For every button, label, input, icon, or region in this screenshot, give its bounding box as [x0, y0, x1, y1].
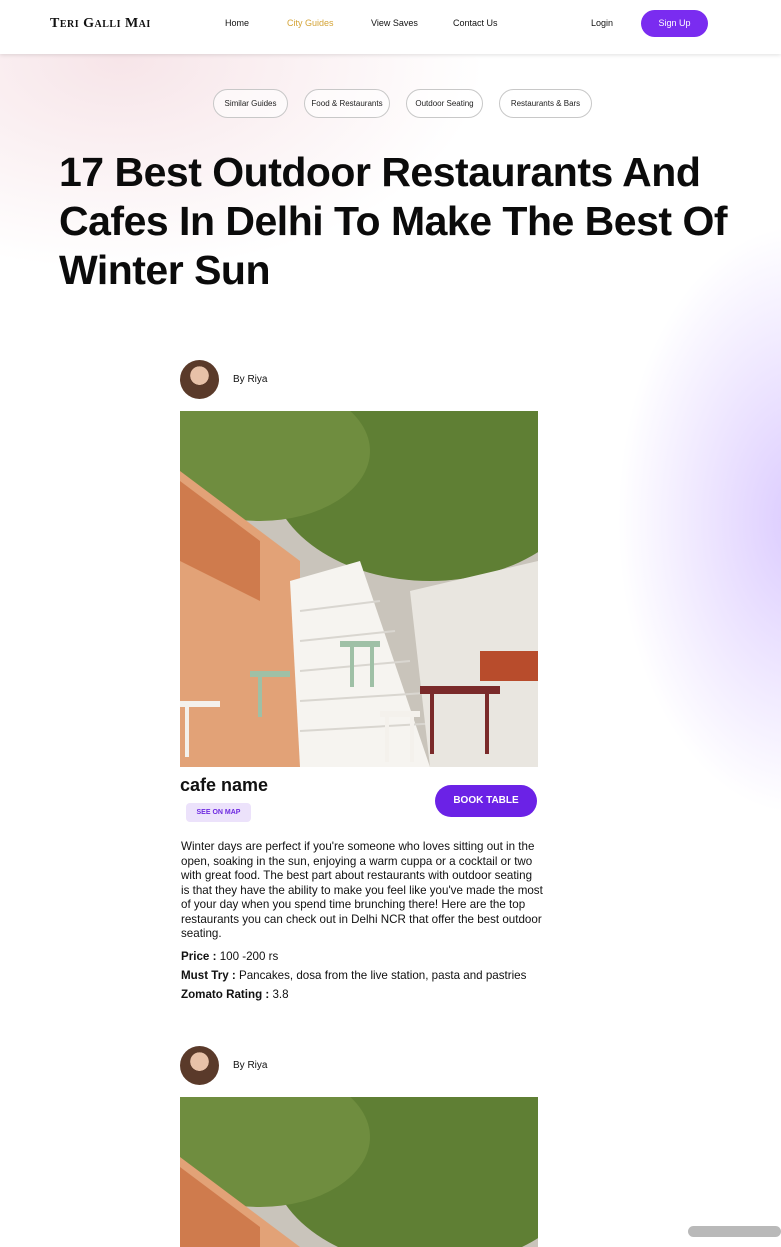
rating-label: Zomato Rating : [181, 988, 270, 1001]
nav-contact-us[interactable]: Contact Us [453, 18, 498, 28]
login-link[interactable]: Login [591, 18, 613, 28]
author-block: By Riya [180, 1046, 380, 1086]
book-table-button[interactable]: BOOK TABLE [435, 785, 537, 817]
site-logo[interactable]: Teri Galli Mai [50, 16, 151, 32]
nav-view-saves[interactable]: View Saves [371, 18, 418, 28]
author-block: By Riya [180, 360, 380, 400]
top-navbar: Teri Galli Mai Home City Guides View Sav… [0, 0, 781, 54]
horizontal-scrollbar[interactable] [688, 1226, 781, 1237]
cafe-photo [180, 1097, 538, 1247]
author-name: By Riya [233, 1060, 268, 1071]
main-content: Similar Guides Food & Restaurants Outdoo… [0, 0, 781, 1247]
cafe-photo [180, 411, 538, 767]
price-row: Price : 100 -200 rs [181, 950, 278, 963]
must-try-row: Must Try : Pancakes, dosa from the live … [181, 969, 526, 982]
price-label: Price : [181, 950, 217, 963]
tag-food-restaurants[interactable]: Food & Restaurants [304, 89, 390, 118]
nav-home[interactable]: Home [225, 18, 249, 28]
price-value: 100 -200 rs [219, 950, 279, 963]
avatar[interactable] [180, 360, 219, 399]
signup-button[interactable]: Sign Up [641, 10, 708, 37]
see-on-map-button[interactable]: SEE ON MAP [186, 803, 251, 822]
must-try-label: Must Try : [181, 969, 236, 982]
author-name: By Riya [233, 374, 268, 385]
tag-restaurants-bars[interactable]: Restaurants & Bars [499, 89, 592, 118]
rating-row: Zomato Rating : 3.8 [181, 988, 289, 1001]
tag-outdoor-seating[interactable]: Outdoor Seating [406, 89, 483, 118]
must-try-value: Pancakes, dosa from the live station, pa… [239, 969, 527, 982]
tag-similar-guides[interactable]: Similar Guides [213, 89, 288, 118]
article-title: 17 Best Outdoor Restaurants And Cafes In… [59, 149, 728, 293]
cafe-street-photo [180, 1097, 538, 1247]
cafe-description: Winter days are perfect if you're someon… [181, 840, 543, 940]
avatar[interactable] [180, 1046, 219, 1085]
nav-city-guides[interactable]: City Guides [287, 18, 334, 28]
cafe-name: cafe name [180, 775, 269, 795]
rating-value: 3.8 [272, 988, 289, 1001]
cafe-street-photo [180, 411, 538, 767]
